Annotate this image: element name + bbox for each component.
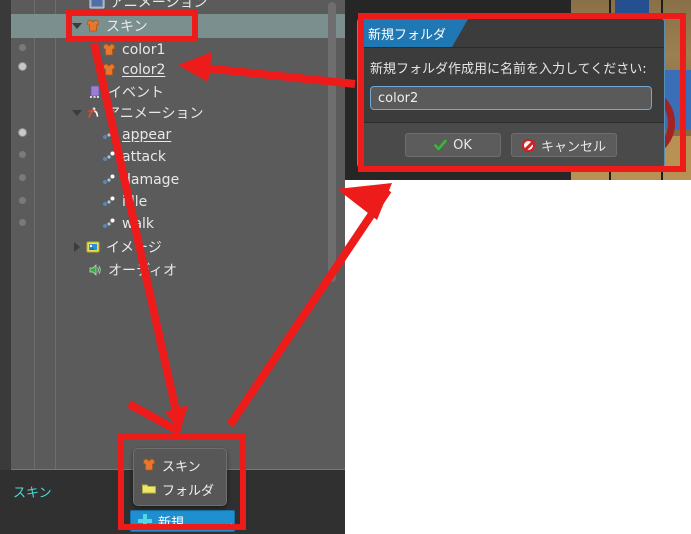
tree-rows-container: アニメーション スキン color1 color2 イベント アニメーション a… (56, 0, 345, 470)
cancel-button[interactable]: キャンセル (510, 133, 617, 157)
folder-icon (140, 480, 158, 498)
sidebar-item-idle[interactable]: idle (56, 190, 345, 214)
new-popup-menu: スキン フォルダ (133, 448, 227, 506)
keyframe-icon (100, 171, 118, 189)
visibility-dot-damage[interactable] (19, 174, 26, 181)
menu-item-folder[interactable]: フォルダ (134, 477, 226, 501)
dialog-prompt: 新規フォルダ作成用に名前を入力してください: (370, 62, 647, 77)
screen-root: アニメーション スキン color1 color2 イベント アニメーション a… (0, 0, 691, 534)
chevron-down-icon[interactable] (70, 14, 84, 38)
cancel-button-label: キャンセル (540, 139, 606, 155)
tree-row-label: idle (122, 194, 148, 210)
visibility-dot-appear[interactable] (18, 128, 27, 137)
ok-button[interactable]: OK (404, 133, 501, 157)
keyframe-icon (100, 148, 118, 166)
keyframe-icon (100, 126, 118, 144)
sidebar-item-walk[interactable]: walk (56, 212, 345, 236)
animation-folder-icon (88, 0, 106, 11)
dialog-title: 新規フォルダ (358, 19, 468, 47)
sidebar-item-color2[interactable]: color2 (56, 58, 345, 82)
sidebar-item-skin-root[interactable]: スキン (56, 14, 345, 38)
dialog-stage: 新規フォルダ 新規フォルダ作成用に名前を入力してください: OK (345, 0, 691, 534)
tree-row-label: オーディオ (108, 263, 178, 279)
tree-row-label: damage (122, 172, 180, 188)
keyframe-icon (100, 193, 118, 211)
menu-item-label: スキン (162, 459, 201, 475)
tree-row-label: アニメーション (110, 0, 208, 11)
menu-item-skin[interactable]: スキン (134, 453, 226, 477)
dialog-body: 新規フォルダ作成用に名前を入力してください: (358, 48, 664, 123)
audio-icon (86, 261, 104, 279)
ban-icon (521, 138, 535, 152)
tree-row-label: イベント (108, 85, 164, 101)
menu-item-label: フォルダ (162, 483, 215, 499)
tree-row-label: attack (122, 149, 166, 165)
dialog-footer: OK キャンセル (358, 123, 664, 167)
sidebar-item-damage[interactable]: damage (56, 168, 345, 192)
skin-icon (140, 456, 158, 474)
visibility-dot-color2[interactable] (18, 62, 27, 71)
tree-row-label: appear (122, 127, 172, 143)
ok-button-label: OK (453, 137, 472, 153)
plus-icon (138, 514, 152, 528)
tree-panel: アニメーション スキン color1 color2 イベント アニメーション a… (0, 0, 345, 534)
panel-left-edge (0, 0, 11, 534)
skin-icon (100, 61, 118, 79)
gutter-column-lock[interactable] (35, 0, 56, 470)
new-folder-dialog: 新規フォルダ 新規フォルダ作成用に名前を入力してください: OK (357, 18, 665, 168)
tree-row-label: イメージ (106, 240, 162, 256)
visibility-dot-idle[interactable] (19, 197, 26, 204)
stage-backdrop: 新規フォルダ 新規フォルダ作成用に名前を入力してください: OK (345, 0, 691, 180)
keyframe-icon (100, 215, 118, 233)
sidebar-item-audio[interactable]: オーディオ (56, 258, 345, 282)
sidebar-item-attack[interactable]: attack (56, 145, 345, 169)
tree-scrollbar-thumb[interactable] (328, 2, 336, 282)
tree-row[interactable]: アニメーション (56, 0, 345, 14)
new-button-label: 新規... (158, 515, 197, 531)
visibility-dot-walk[interactable] (19, 219, 26, 226)
chevron-down-icon[interactable] (70, 101, 84, 125)
tree-row-label: color2 (122, 62, 166, 78)
check-icon (434, 139, 447, 152)
image-icon (84, 238, 102, 256)
skin-icon (84, 17, 102, 35)
event-icon (86, 83, 104, 101)
tree-row-label: スキン (106, 19, 148, 35)
dialog-titlebar: 新規フォルダ (358, 19, 664, 48)
folder-name-input[interactable] (370, 86, 652, 110)
new-button[interactable]: 新規... (130, 510, 235, 532)
visibility-dot-color1[interactable] (19, 44, 26, 51)
tree-row-label: color1 (122, 42, 166, 58)
sidebar-item-images[interactable]: イメージ (56, 235, 345, 259)
tree-row-label: アニメーション (106, 106, 204, 122)
sidebar-item-animations[interactable]: アニメーション (56, 101, 345, 125)
tree-scrollbar[interactable] (328, 2, 336, 468)
status-selection-label: スキン (13, 486, 52, 501)
skin-icon (100, 41, 118, 59)
visibility-dot-attack[interactable] (19, 151, 26, 158)
tree-row-label: walk (122, 216, 155, 232)
chevron-right-icon[interactable] (70, 235, 84, 259)
dropdown-corner-icon (226, 523, 232, 529)
animation-icon (84, 104, 102, 122)
sidebar-item-appear[interactable]: appear (56, 123, 345, 147)
